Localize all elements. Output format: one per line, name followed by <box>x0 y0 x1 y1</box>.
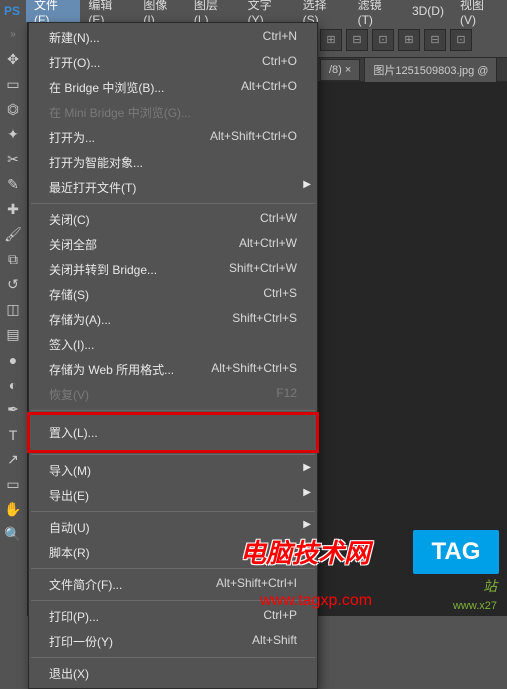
healing-tool-icon[interactable]: ✚ <box>0 197 26 222</box>
file-menu-dropdown: 新建(N)...Ctrl+N 打开(O)...Ctrl+O 在 Bridge 中… <box>28 22 318 689</box>
zoom-tool-icon[interactable]: 🔍 <box>0 522 26 547</box>
menu-exit[interactable]: 退出(X) <box>29 661 317 686</box>
type-tool-icon[interactable]: T <box>0 422 26 447</box>
menu-separator <box>31 454 315 455</box>
document-tab-2[interactable]: 图片1251509803.jpg @ <box>364 57 497 83</box>
document-tab-1[interactable]: /8) × <box>320 59 360 81</box>
path-tool-icon[interactable]: ↗ <box>0 447 26 472</box>
history-brush-icon[interactable]: ↺ <box>0 272 26 297</box>
menu-open[interactable]: 打开(O)...Ctrl+O <box>29 50 317 75</box>
menu-separator <box>31 511 315 512</box>
menu-close-all[interactable]: 关闭全部Alt+Ctrl+W <box>29 232 317 257</box>
menu-check-in[interactable]: 签入(I)... <box>29 332 317 357</box>
stamp-tool-icon[interactable]: ⧉ <box>0 247 26 272</box>
gradient-tool-icon[interactable]: ▤ <box>0 322 26 347</box>
submenu-arrow-icon: ▶ <box>303 487 311 498</box>
menu-import[interactable]: 导入(M)▶ <box>29 458 317 483</box>
move-tool-icon[interactable]: ✥ <box>0 47 26 72</box>
marquee-tool-icon[interactable]: ▭ <box>0 72 26 97</box>
menu-browse-mini-bridge: 在 Mini Bridge 中浏览(G)... <box>29 100 317 125</box>
shape-tool-icon[interactable]: ▭ <box>0 472 26 497</box>
dodge-tool-icon[interactable]: ◐ <box>0 372 26 397</box>
menu-revert: 恢复(V)F12 <box>29 382 317 407</box>
menu-new[interactable]: 新建(N)...Ctrl+N <box>29 25 317 50</box>
app-icon: PS <box>2 4 22 18</box>
tag-url: www.x27 <box>453 600 497 612</box>
menu-close[interactable]: 关闭(C)Ctrl+W <box>29 207 317 232</box>
menu-open-as[interactable]: 打开为...Alt+Shift+Ctrl+O <box>29 125 317 150</box>
menu-browse-bridge[interactable]: 在 Bridge 中浏览(B)...Alt+Ctrl+O <box>29 75 317 100</box>
menu-close-bridge[interactable]: 关闭并转到 Bridge...Shift+Ctrl+W <box>29 257 317 282</box>
brush-tool-icon[interactable]: 🖌 <box>0 222 26 247</box>
arrange-icon-5[interactable]: ⊟ <box>424 29 446 51</box>
submenu-arrow-icon: ▶ <box>303 519 311 530</box>
menu-separator <box>31 657 315 658</box>
arrange-icon-3[interactable]: ⊡ <box>372 29 394 51</box>
blur-tool-icon[interactable]: ● <box>0 347 26 372</box>
arrange-icon-2[interactable]: ⊟ <box>346 29 368 51</box>
menu-separator <box>31 203 315 204</box>
hand-tool-icon[interactable]: ✋ <box>0 497 26 522</box>
tool-handle-icon[interactable]: » <box>0 22 26 47</box>
menu-save[interactable]: 存储(S)Ctrl+S <box>29 282 317 307</box>
document-tab-2-label: 图片1251509803.jpg @ <box>373 65 488 77</box>
menu-print-one[interactable]: 打印一份(Y)Alt+Shift <box>29 629 317 654</box>
tag-badge: TAG <box>413 530 499 574</box>
menu-separator <box>31 410 315 411</box>
menu-save-as[interactable]: 存储为(A)...Shift+Ctrl+S <box>29 307 317 332</box>
menu-recent-files[interactable]: 最近打开文件(T)▶ <box>29 175 317 200</box>
menu-save-for-web[interactable]: 存储为 Web 所用格式...Alt+Shift+Ctrl+S <box>29 357 317 382</box>
document-tab-1-label: /8) × <box>329 64 351 76</box>
tool-strip: » ✥ ▭ ⏣ ✦ ✂ ✎ ✚ 🖌 ⧉ ↺ ◫ ▤ ● ◐ ✒ T ↗ ▭ ✋ … <box>0 22 28 616</box>
menu-3d[interactable]: 3D(D) <box>404 1 452 21</box>
arrange-icon-4[interactable]: ⊞ <box>398 29 420 51</box>
pen-tool-icon[interactable]: ✒ <box>0 397 26 422</box>
wand-tool-icon[interactable]: ✦ <box>0 122 26 147</box>
eraser-tool-icon[interactable]: ◫ <box>0 297 26 322</box>
menu-view[interactable]: 视图(V) <box>452 0 507 30</box>
arrange-icon-6[interactable]: ⊡ <box>450 29 472 51</box>
arrange-icon-1[interactable]: ⊞ <box>320 29 342 51</box>
menu-open-smart-object[interactable]: 打开为智能对象... <box>29 150 317 175</box>
watermark-text: 电脑技术网 <box>240 533 370 570</box>
crop-tool-icon[interactable]: ✂ <box>0 147 26 172</box>
submenu-arrow-icon: ▶ <box>303 179 311 190</box>
menu-export[interactable]: 导出(E)▶ <box>29 483 317 508</box>
lasso-tool-icon[interactable]: ⏣ <box>0 97 26 122</box>
tag-sub: 站 <box>483 576 497 596</box>
eyedropper-tool-icon[interactable]: ✎ <box>0 172 26 197</box>
menu-filter[interactable]: 滤镜(T) <box>350 0 404 30</box>
submenu-arrow-icon: ▶ <box>303 462 311 473</box>
menubar: PS 文件(F) 编辑(E) 图像(I) 图层(L) 文字(Y) 选择(S) 滤… <box>0 0 507 22</box>
watermark-url: www.tagxp.com <box>260 592 372 610</box>
menu-place[interactable]: 置入(L)... <box>29 414 317 451</box>
